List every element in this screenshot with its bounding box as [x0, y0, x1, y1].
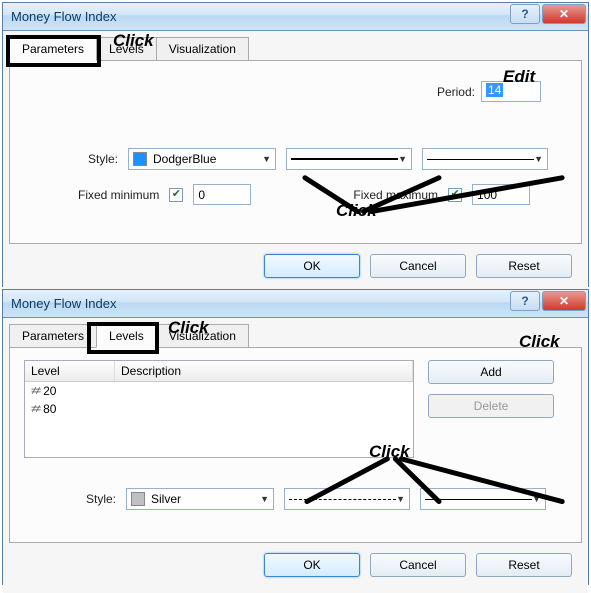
- tab-strip: Parameters Levels Visualization: [9, 37, 582, 61]
- dialog-mfi-parameters: Money Flow Index ? ✕ Parameters Levels V…: [2, 2, 589, 287]
- line-style-preview: [291, 158, 398, 160]
- reset-button[interactable]: Reset: [476, 254, 572, 278]
- tab-content-levels: Level Description ≠≠ 20: [9, 347, 582, 543]
- tab-visualization[interactable]: Visualization: [156, 324, 249, 348]
- window-title: Money Flow Index: [11, 9, 117, 24]
- style-line-combo[interactable]: ▼: [286, 148, 412, 170]
- dialog-mfi-levels: Money Flow Index ? ✕ Parameters Levels V…: [2, 289, 589, 585]
- reset-button[interactable]: Reset: [476, 553, 572, 577]
- button-bar: OK Cancel Reset: [9, 244, 582, 284]
- dialog-body: Parameters Levels Visualization Level De…: [3, 318, 588, 593]
- list-item[interactable]: ≠≠ 80: [25, 400, 413, 418]
- style-color-name: DodgerBlue: [153, 152, 216, 166]
- window-title: Money Flow Index: [11, 296, 117, 311]
- fixed-min-input[interactable]: [193, 184, 251, 205]
- tab-visualization[interactable]: Visualization: [156, 37, 249, 61]
- help-button[interactable]: ?: [510, 291, 540, 311]
- list-header: Level Description: [25, 361, 413, 382]
- list-item[interactable]: ≠≠ 20: [25, 382, 413, 400]
- chevron-down-icon: ▼: [262, 154, 271, 164]
- close-button[interactable]: ✕: [542, 4, 586, 24]
- tab-levels[interactable]: Levels: [96, 37, 157, 61]
- fixed-max-input[interactable]: [472, 184, 530, 205]
- chevron-down-icon: ▼: [260, 494, 269, 504]
- button-bar: OK Cancel Reset: [9, 543, 582, 583]
- chevron-down-icon: ▼: [532, 494, 541, 504]
- ok-button[interactable]: OK: [264, 254, 360, 278]
- add-button[interactable]: Add: [428, 360, 554, 384]
- fixed-max-checkbox[interactable]: ✔: [448, 188, 462, 202]
- level-value: 20: [43, 384, 56, 398]
- chevron-down-icon: ▼: [396, 494, 405, 504]
- titlebar[interactable]: Money Flow Index ? ✕: [3, 3, 588, 31]
- cancel-button[interactable]: Cancel: [370, 553, 466, 577]
- dialog-body: Parameters Levels Visualization Period: …: [3, 31, 588, 294]
- style-label: Style:: [78, 152, 118, 166]
- color-swatch-icon: [131, 492, 145, 506]
- cancel-button[interactable]: Cancel: [370, 254, 466, 278]
- style-color-combo[interactable]: DodgerBlue ▼: [128, 148, 276, 170]
- close-button[interactable]: ✕: [542, 291, 586, 311]
- period-input[interactable]: 14: [481, 81, 541, 102]
- tab-parameters[interactable]: Parameters: [9, 324, 97, 348]
- titlebar[interactable]: Money Flow Index ? ✕: [3, 290, 588, 318]
- tab-content-parameters: Period: 14 Style: DodgerBlue ▼ ▼: [9, 60, 582, 244]
- style-width-combo[interactable]: ▼: [420, 488, 546, 510]
- line-width-preview: [425, 499, 532, 500]
- tab-parameters[interactable]: Parameters: [9, 37, 97, 61]
- fixed-min-checkbox[interactable]: ✔: [169, 188, 183, 202]
- style-color-combo[interactable]: Silver ▼: [126, 488, 274, 510]
- level-desc: [115, 382, 127, 400]
- level-value: 80: [43, 402, 56, 416]
- fixed-max-label: Fixed maximum: [353, 188, 438, 202]
- tab-strip: Parameters Levels Visualization: [9, 324, 582, 348]
- style-line-combo[interactable]: ▼: [284, 488, 410, 510]
- chevron-down-icon: ▼: [398, 154, 407, 164]
- levels-list[interactable]: Level Description ≠≠ 20: [24, 360, 414, 458]
- style-label: Style:: [76, 492, 116, 506]
- line-style-preview: [289, 499, 396, 500]
- level-desc: [115, 400, 127, 418]
- line-width-preview: [427, 159, 534, 160]
- fixed-min-label: Fixed minimum: [78, 188, 159, 202]
- style-color-name: Silver: [151, 492, 181, 506]
- level-line-icon: ≠≠: [31, 385, 39, 397]
- tab-levels[interactable]: Levels: [96, 324, 157, 348]
- delete-button[interactable]: Delete: [428, 394, 554, 418]
- style-width-combo[interactable]: ▼: [422, 148, 548, 170]
- color-swatch-icon: [133, 152, 147, 166]
- col-description[interactable]: Description: [115, 361, 413, 381]
- period-label: Period:: [437, 85, 475, 99]
- chevron-down-icon: ▼: [534, 154, 543, 164]
- period-value: 14: [486, 83, 503, 97]
- help-button[interactable]: ?: [510, 4, 540, 24]
- level-line-icon: ≠≠: [31, 403, 39, 415]
- ok-button[interactable]: OK: [264, 553, 360, 577]
- col-level[interactable]: Level: [25, 361, 115, 381]
